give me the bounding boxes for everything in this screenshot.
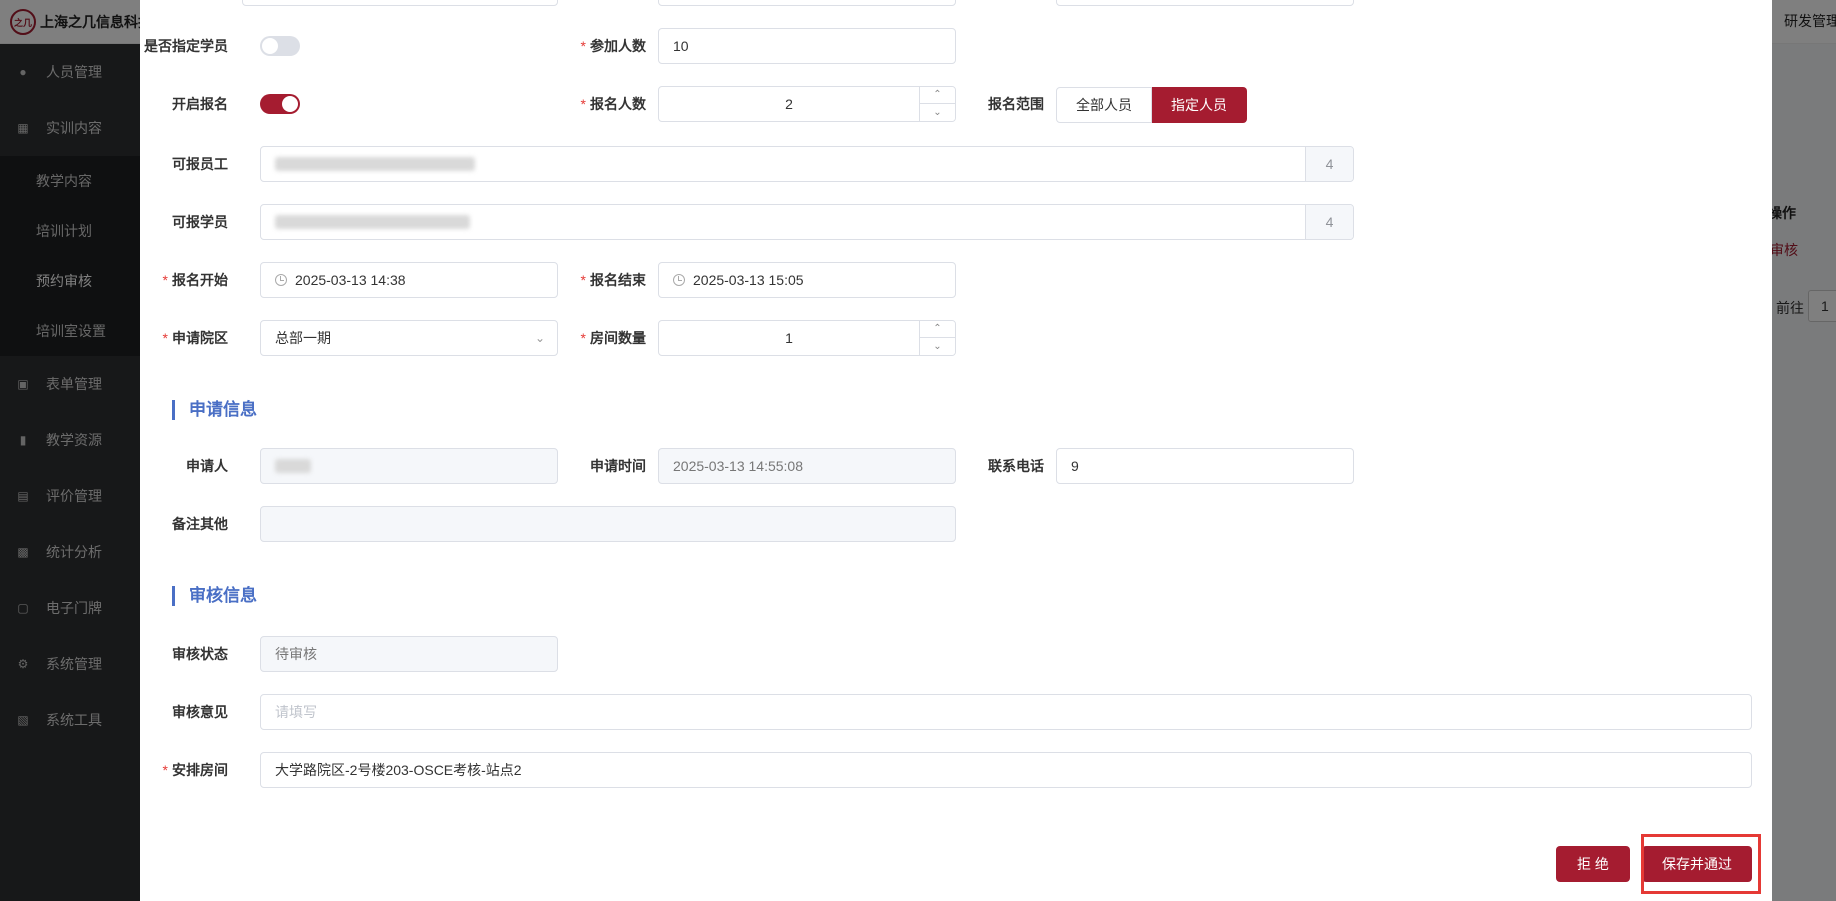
input-field-partial[interactable] bbox=[242, 0, 558, 6]
students-label: 可报学员 bbox=[28, 204, 228, 240]
clock-icon bbox=[673, 274, 685, 286]
phone-label: 联系电话 bbox=[844, 448, 1044, 484]
signup-end-label: * 报名结束 bbox=[580, 272, 646, 288]
open-signup-label: 开启报名 bbox=[28, 86, 228, 122]
label-text: 安排房间 bbox=[172, 762, 228, 778]
room-assign-label: * 安排房间 bbox=[162, 762, 228, 778]
signup-count-label: * 报名人数 bbox=[580, 96, 646, 112]
redacted-name bbox=[275, 459, 311, 473]
scope-all-button[interactable]: 全部人员 bbox=[1056, 87, 1152, 123]
phone-input[interactable]: 9 bbox=[1056, 448, 1354, 484]
students-count: 4 bbox=[1305, 205, 1353, 239]
remark-input bbox=[260, 506, 956, 542]
clock-icon bbox=[275, 274, 287, 286]
picker-value: 2025-03-13 14:38 bbox=[295, 272, 406, 288]
stepper-controls: ⌃ ⌄ bbox=[919, 321, 955, 355]
signup-scope-label: 报名范围 bbox=[844, 86, 1044, 122]
placeholder-text: 请填写 bbox=[275, 704, 317, 720]
label-text: 报名人数 bbox=[590, 96, 646, 112]
input-field-partial[interactable] bbox=[658, 0, 956, 6]
redacted-names bbox=[275, 157, 475, 171]
switch-knob bbox=[262, 38, 278, 54]
staff-count: 4 bbox=[1305, 147, 1353, 181]
label-text: 审核状态 bbox=[172, 646, 228, 662]
switch-knob bbox=[282, 96, 298, 112]
label-text: 可报员工 bbox=[172, 156, 228, 172]
assign-student-label: 是否指定学员 bbox=[28, 28, 228, 64]
signup-end-picker[interactable]: 2025-03-13 15:05 bbox=[658, 262, 956, 298]
apply-section-title: 申请信息 bbox=[172, 400, 257, 420]
apply-time-label: 申请时间 bbox=[446, 448, 646, 484]
label-text: 参加人数 bbox=[590, 38, 646, 54]
staff-select[interactable]: 4 bbox=[260, 146, 1354, 182]
label-text: 房间数量 bbox=[590, 330, 646, 346]
participants-label: * 参加人数 bbox=[580, 38, 646, 54]
decrease-button[interactable]: ⌄ bbox=[920, 338, 955, 355]
staff-label: 可报员工 bbox=[28, 146, 228, 182]
label-text: 审核意见 bbox=[172, 704, 228, 720]
redacted-names bbox=[275, 215, 470, 229]
review-opinion-label: 审核意见 bbox=[28, 694, 228, 730]
room-count-label: * 房间数量 bbox=[580, 330, 646, 346]
review-dialog: 是否指定学员 * 参加人数 10 开启报名 * 报名人数 2 ⌃ ⌄ 报名范围 全部… bbox=[140, 0, 1772, 901]
label-text: 可报学员 bbox=[172, 214, 228, 230]
signup-scope-radio-group: 全部人员 指定人员 bbox=[1056, 87, 1247, 123]
label-text: 是否指定学员 bbox=[144, 38, 228, 54]
label-text: 联系电话 bbox=[988, 458, 1044, 474]
highlight-box bbox=[1641, 834, 1761, 894]
applicant-label: 申请人 bbox=[28, 448, 228, 484]
label-text: 申请时间 bbox=[590, 458, 646, 474]
students-select[interactable]: 4 bbox=[260, 204, 1354, 240]
review-opinion-input[interactable]: 请填写 bbox=[260, 694, 1752, 730]
open-signup-switch[interactable] bbox=[260, 94, 300, 114]
label-text: 报名结束 bbox=[590, 272, 646, 288]
select-value: 总部一期 bbox=[275, 330, 331, 346]
reject-button[interactable]: 拒 绝 bbox=[1556, 846, 1630, 882]
review-section-title: 审核信息 bbox=[172, 586, 257, 606]
label-text: 申请人 bbox=[186, 458, 228, 474]
label-text: 开启报名 bbox=[172, 96, 228, 112]
room-count-stepper[interactable]: 1 ⌃ ⌄ bbox=[658, 320, 956, 356]
review-status-label: 审核状态 bbox=[28, 636, 228, 672]
label-text: 报名范围 bbox=[988, 96, 1044, 112]
participants-input[interactable]: 10 bbox=[658, 28, 956, 64]
stepper-value: 2 bbox=[785, 96, 793, 112]
picker-value: 2025-03-13 15:05 bbox=[693, 272, 804, 288]
assign-student-switch[interactable] bbox=[260, 36, 300, 56]
label-text: 报名开始 bbox=[172, 272, 228, 288]
review-status-input: 待审核 bbox=[260, 636, 558, 672]
label-text: 申请院区 bbox=[172, 330, 228, 346]
room-assign-input[interactable]: 大学路院区-2号楼203-OSCE考核-站点2 bbox=[260, 752, 1752, 788]
input-field-partial[interactable] bbox=[1056, 0, 1354, 6]
stepper-value: 1 bbox=[785, 330, 793, 346]
signup-start-label: * 报名开始 bbox=[162, 272, 228, 288]
campus-label: * 申请院区 bbox=[162, 330, 228, 346]
scope-specified-button[interactable]: 指定人员 bbox=[1152, 87, 1247, 123]
remark-label: 备注其他 bbox=[28, 506, 228, 542]
label-text: 备注其他 bbox=[172, 516, 228, 532]
